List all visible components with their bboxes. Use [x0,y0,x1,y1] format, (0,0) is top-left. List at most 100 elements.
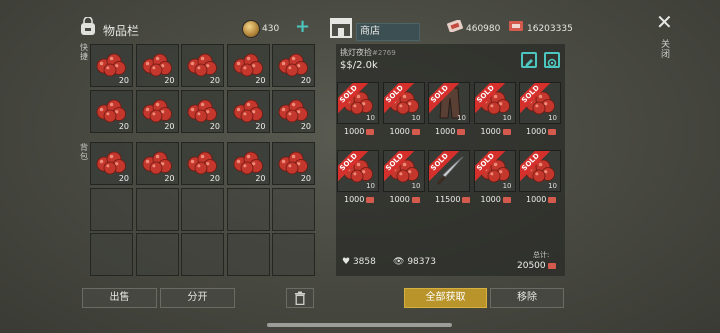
empty-slot[interactable] [226,233,270,276]
inventory-slot[interactable]: 20 [272,89,315,133]
inventory-slot[interactable]: 20 [90,89,133,133]
shop-item-price: 1000 [481,127,511,136]
shop-item-price: 1000 [526,195,557,204]
voucher-icon [547,262,556,269]
apple-icon [142,53,172,77]
inventory-slot[interactable]: 20 [135,44,179,87]
inventory-slot[interactable]: 20 [135,89,179,133]
empty-slot[interactable] [272,187,315,231]
backpack-label: 背包 [80,143,88,161]
slot-count: 20 [118,174,129,183]
voucher-icon [548,128,557,135]
empty-slot[interactable] [181,233,224,276]
quick-slots-label: 快捷 [80,43,88,61]
price-value: 1000 [526,127,547,136]
shop-item-count: 10 [502,182,512,190]
heart-icon: ♥ [342,257,351,267]
empty-slot[interactable] [90,187,133,231]
shop-item-count: 10 [548,182,557,190]
inventory-slot[interactable]: 20 [90,142,133,185]
close-icon[interactable]: ✕ [656,12,673,32]
price-value: 1000 [435,127,456,136]
shop-icon [330,18,352,38]
home-indicator[interactable] [267,323,452,327]
inventory-slot[interactable]: 20 [90,44,133,87]
voucher-icon [548,196,557,203]
close-label[interactable]: 关闭 [661,40,671,60]
stall-name: 挑灯夜捡#2769 [340,47,396,58]
price-value: 1000 [480,195,501,204]
take-all-button[interactable]: 全部获取 [404,288,487,308]
views-count: 👁 98373 [393,257,436,267]
shop-item-count: 10 [411,182,421,190]
shop-item-slot[interactable]: SOLD 10 [519,150,561,192]
slot-count: 20 [209,121,220,131]
inventory-slot[interactable]: 20 [135,142,179,185]
settings-icon[interactable] [544,52,560,68]
shop-item-count: 10 [366,182,375,190]
empty-slot[interactable] [226,187,270,231]
empty-slot[interactable] [135,187,179,231]
slot-count: 20 [209,174,220,183]
shop-item-price: 11500 [435,195,471,204]
inventory-slot[interactable]: 20 [272,142,315,185]
empty-slot[interactable] [272,233,315,276]
shop-item-slot[interactable]: SOLD 10 [473,82,516,124]
shop-item-slot[interactable]: SOLD [428,150,470,192]
trash-icon[interactable] [286,288,314,308]
inventory-slot[interactable]: 20 [226,142,270,185]
stall-name-text: 挑灯夜捡 [340,48,372,57]
slot-count: 20 [300,174,311,183]
apple-icon [96,151,126,175]
shop-item-count: 10 [366,114,375,122]
inventory-slot[interactable]: 20 [226,89,270,133]
add-currency-button[interactable]: + [295,17,310,37]
backpack-icon [81,17,95,35]
shop-item-slot[interactable]: SOLD 10 [382,82,425,124]
voucher-icon [366,196,375,203]
tab-shop[interactable]: 商店 [356,23,420,41]
remove-button[interactable]: 移除 [490,288,564,308]
coin-balance: 430 [262,24,280,34]
slot-count: 20 [255,174,266,183]
split-button[interactable]: 分开 [160,288,235,308]
inventory-slot[interactable]: 20 [181,89,224,133]
ticket-icon [447,20,463,32]
voucher-icon [411,128,420,135]
sell-button[interactable]: 出售 [82,288,157,308]
apple-icon [278,53,308,77]
likes-value: 3858 [352,257,376,267]
price-value: 1000 [480,127,501,136]
stall-id: #2769 [372,49,396,57]
voucher-icon [411,196,420,203]
inventory-slot[interactable]: 20 [272,44,315,87]
empty-slot[interactable] [90,233,133,276]
inventory-slot[interactable]: 20 [226,44,270,87]
price-value: 1000 [526,195,547,204]
voucher-icon [509,21,523,31]
shop-item-slot[interactable]: SOLD 10 [337,150,379,192]
shop-item-price: 1000 [526,127,557,136]
shop-item-slot[interactable]: SOLD 10 [382,150,425,192]
coin-icon [242,20,260,38]
eye-icon: 👁 [393,257,405,267]
shop-item-slot[interactable]: SOLD 10 [337,82,379,124]
voucher-icon [457,128,466,135]
empty-slot[interactable] [135,233,179,276]
price-value: 1000 [344,127,365,136]
currency-a-value: 460980 [466,24,501,34]
shop-item-slot[interactable]: SOLD 10 [519,82,561,124]
slot-count: 20 [209,76,220,85]
empty-slot[interactable] [181,187,224,231]
inventory-slot[interactable]: 20 [181,44,224,87]
shop-item-slot[interactable]: SOLD 10 [428,82,470,124]
price-value: 1000 [389,195,410,204]
voucher-icon [502,196,511,203]
shop-item-price: 1000 [435,127,466,136]
shop-item-slot[interactable]: SOLD 10 [473,150,516,192]
views-value: 98373 [407,257,436,267]
apple-icon [96,53,126,77]
edit-icon[interactable] [521,52,537,68]
inventory-slot[interactable]: 20 [181,142,224,185]
shop-item-price: 1000 [390,127,420,136]
